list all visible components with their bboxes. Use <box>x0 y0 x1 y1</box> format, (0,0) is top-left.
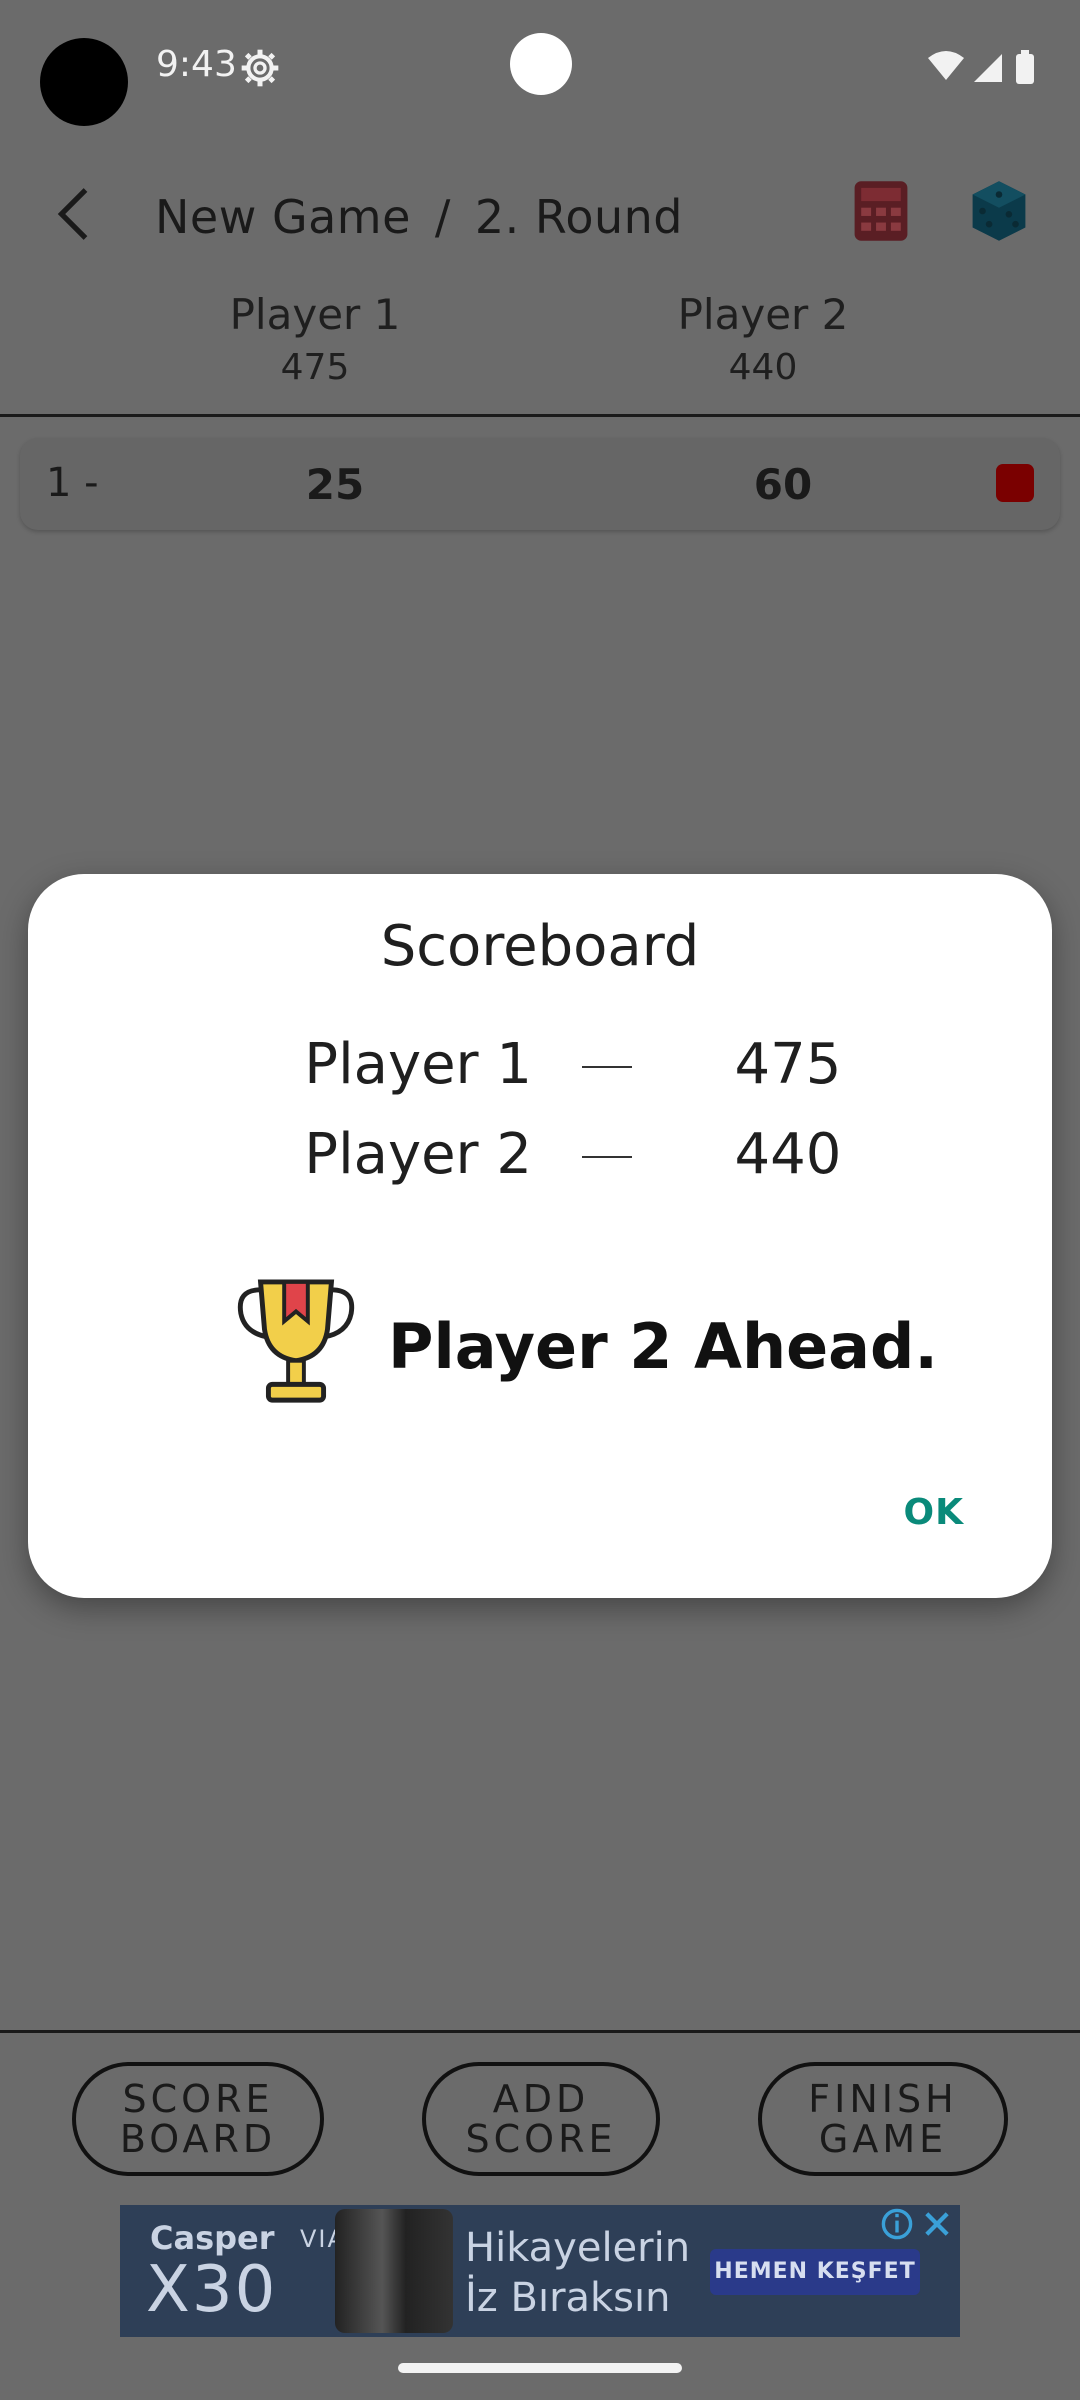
calculator-icon[interactable] <box>848 178 914 244</box>
player-total: 440 <box>728 347 798 388</box>
page-title: New Game / 2. Round <box>155 190 683 244</box>
dialog-title: Scoreboard <box>380 914 700 979</box>
wifi-icon <box>928 51 964 80</box>
scoreboard-button[interactable]: SCORE BOARD <box>72 2062 324 2176</box>
ad-model: X30 <box>146 2253 278 2327</box>
settings-gear-icon <box>241 49 279 87</box>
status-time: 9:43 <box>156 44 237 85</box>
leader-text: Player 2 Ahead. <box>388 1310 938 1383</box>
status-bar: 9:43 <box>0 0 1080 140</box>
player-name: Player 1 <box>229 290 401 339</box>
player-2-round-score: 60 <box>753 460 813 509</box>
ad-cta-button[interactable]: HEMEN KEŞFET <box>710 2249 920 2295</box>
ad-headline: Hikayelerin İz Bıraksın <box>465 2225 691 2321</box>
add-score-button[interactable]: ADD SCORE <box>422 2062 660 2176</box>
punch-hole <box>510 33 572 95</box>
ad-info-icon[interactable] <box>880 2207 914 2241</box>
dash-separator <box>582 1066 632 1068</box>
title-separator: / <box>434 190 451 244</box>
dice-icon[interactable] <box>966 178 1032 244</box>
footer-divider <box>0 2030 1080 2033</box>
dialog-player-score: 475 <box>734 1032 842 1097</box>
dialog-score-row: Player 1 475 <box>28 1032 1052 1112</box>
ad-banner[interactable]: Casper VIA X30 Hikayelerin İz Bıraksın H… <box>120 2205 960 2337</box>
home-indicator[interactable] <box>398 2363 682 2373</box>
dialog-player-score: 440 <box>734 1122 842 1187</box>
dash-separator <box>582 1156 632 1158</box>
finish-game-button[interactable]: FINISH GAME <box>758 2062 1008 2176</box>
round-row[interactable]: 1 - 25 60 <box>20 438 1060 530</box>
trophy-icon <box>237 1279 355 1403</box>
ok-button[interactable]: OK <box>904 1492 965 1533</box>
back-arrow-icon[interactable] <box>50 184 100 244</box>
round-label: 2. Round <box>474 190 683 244</box>
player-name: Player 2 <box>677 290 849 339</box>
header-divider <box>0 414 1080 417</box>
ad-phone-image <box>335 2209 453 2333</box>
ad-brand: Casper <box>150 2219 275 2257</box>
ad-close-icon[interactable] <box>920 2207 954 2241</box>
top-app-bar: New Game / 2. Round <box>0 160 1080 270</box>
battery-icon <box>1016 54 1034 84</box>
system-status-icons <box>928 50 1034 84</box>
scoreboard-dialog: Scoreboard Player 1 475 Player 2 440 Pla… <box>28 874 1052 1598</box>
player-2-column: Player 2 440 <box>613 290 913 388</box>
signal-icon <box>974 54 1002 82</box>
player-total: 475 <box>280 347 350 388</box>
dialog-score-row: Player 2 440 <box>28 1122 1052 1202</box>
player-1-column: Player 1 475 <box>165 290 465 388</box>
player-1-round-score: 25 <box>305 460 365 509</box>
dialog-player-name: Player 2 <box>304 1122 532 1187</box>
game-name: New Game <box>155 190 411 244</box>
camera-cutout <box>40 38 128 126</box>
delete-round-button[interactable] <box>996 464 1034 502</box>
dialog-player-name: Player 1 <box>304 1032 532 1097</box>
round-index: 1 - <box>46 460 99 506</box>
players-header: Player 1 475 Player 2 440 <box>0 290 1080 410</box>
